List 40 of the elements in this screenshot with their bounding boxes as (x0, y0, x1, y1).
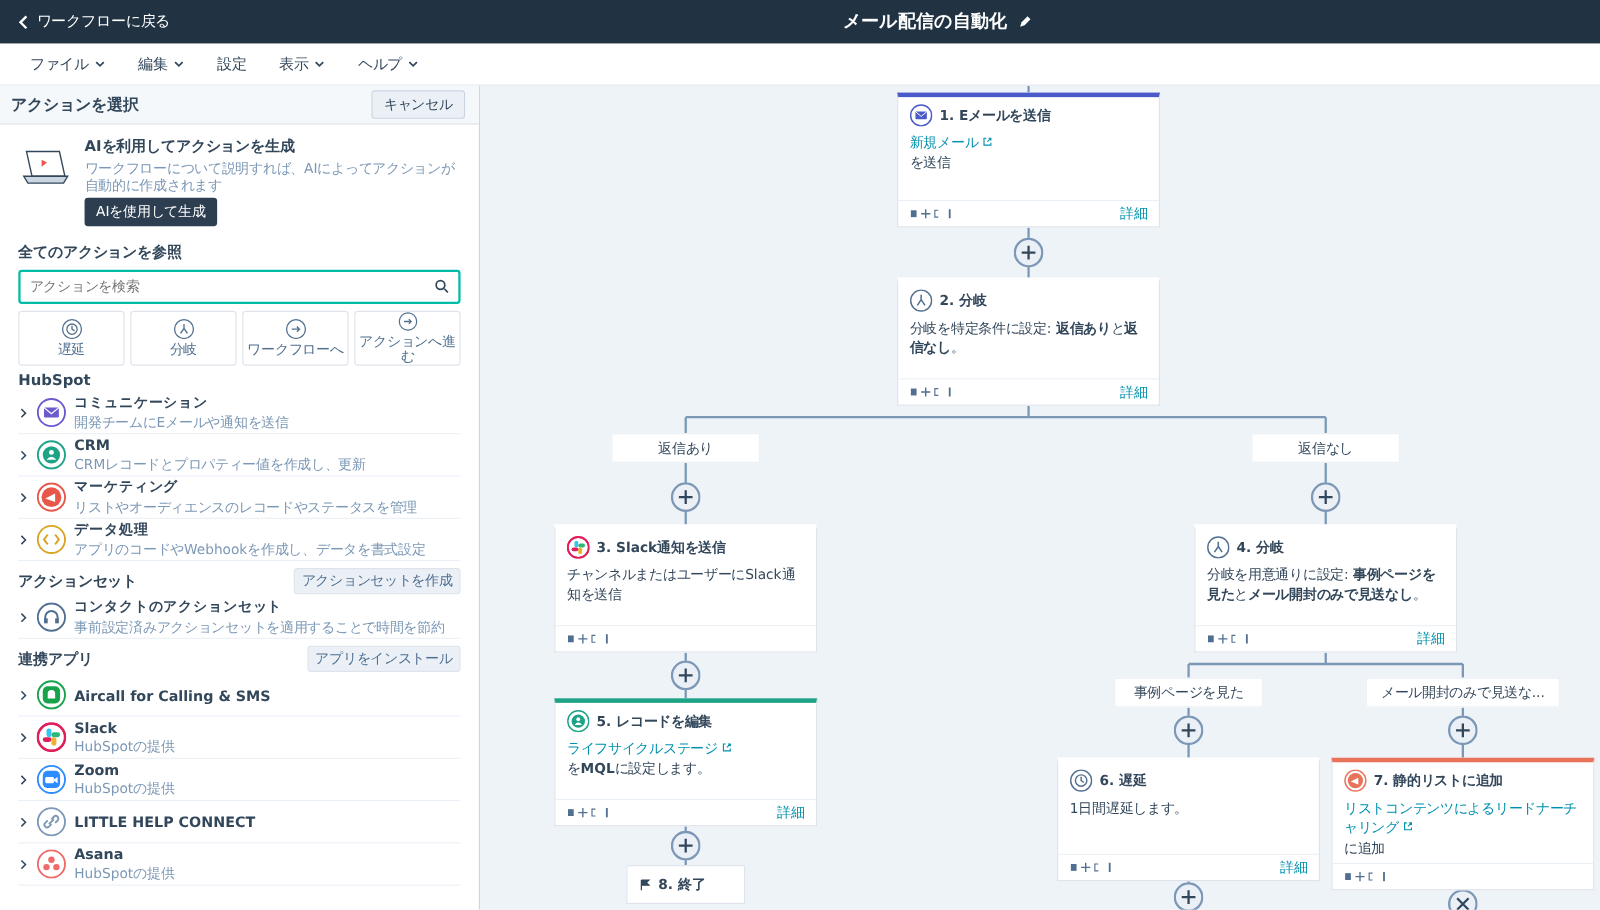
chevron-right-icon (18, 732, 29, 743)
chevron-right-icon (18, 612, 29, 623)
chevron-right-icon (18, 449, 29, 460)
clock-icon (61, 318, 82, 340)
chevron-right-icon (18, 492, 29, 503)
arrow-icon (397, 312, 418, 331)
chevron-right-icon (18, 689, 29, 700)
chevron-right-icon (18, 774, 29, 785)
card-tools-icon[interactable] (1206, 633, 1253, 645)
card-tools-icon[interactable] (566, 633, 613, 645)
panel-title: アクションを選択 (11, 94, 140, 115)
search-icon (434, 278, 450, 294)
chevron-left-icon (16, 14, 31, 30)
caret-icon (172, 57, 186, 71)
chevron-right-icon (18, 858, 29, 870)
card-tools-icon[interactable] (1344, 871, 1390, 883)
add-step-icon[interactable] (1173, 882, 1204, 910)
flag-icon (638, 878, 652, 891)
chevron-right-icon (18, 816, 29, 827)
branch-icon (173, 318, 194, 340)
edit-icon[interactable] (1016, 14, 1032, 30)
close-icon[interactable] (1448, 889, 1478, 910)
add-step-icon[interactable] (1173, 715, 1204, 746)
caret-icon (406, 57, 420, 71)
add-step-icon[interactable] (670, 482, 701, 512)
add-step-icon[interactable] (1013, 237, 1044, 268)
chevron-right-icon (18, 534, 29, 545)
add-step-icon[interactable] (1310, 482, 1341, 512)
card-tools-icon[interactable] (909, 386, 956, 398)
add-step-icon[interactable] (670, 660, 701, 691)
card-tools-icon[interactable] (566, 806, 613, 819)
connector-line (1027, 85, 1030, 93)
add-step-icon[interactable] (1448, 715, 1478, 746)
caret-icon (93, 57, 107, 71)
add-step-icon[interactable] (670, 830, 701, 861)
chevron-right-icon (18, 407, 29, 418)
workflow-title: メール配信の自動化 (842, 9, 1008, 34)
card-tools-icon[interactable] (909, 208, 956, 220)
card-tools-icon[interactable] (1069, 861, 1116, 874)
caret-icon (313, 57, 326, 71)
